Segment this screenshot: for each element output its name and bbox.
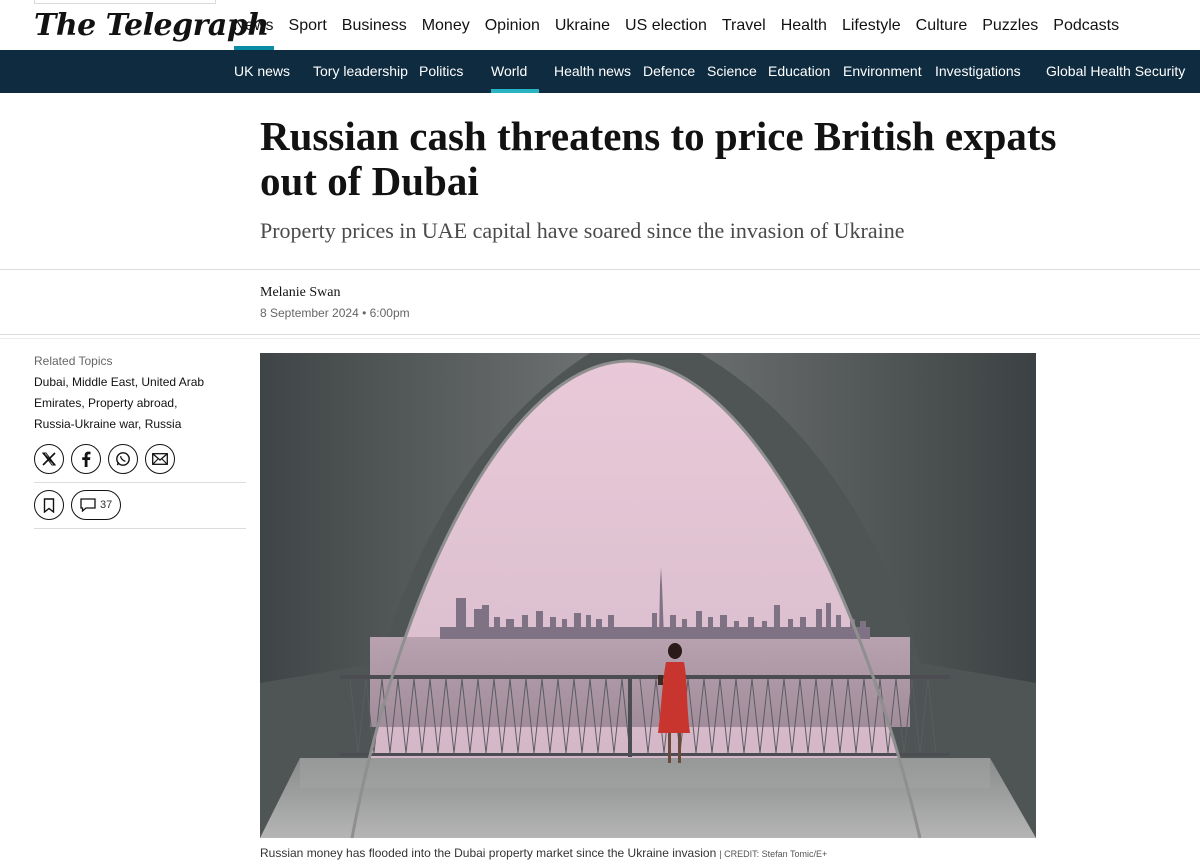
author-byline[interactable]: Melanie Swan xyxy=(260,285,340,301)
nav-health[interactable]: Health xyxy=(773,0,834,50)
masthead: The Telegraph News Sport Business Money … xyxy=(0,0,1200,50)
subnav-tory-leadership[interactable]: Tory leadership xyxy=(313,50,408,93)
masthead-top-border xyxy=(34,0,216,4)
nav-culture[interactable]: Culture xyxy=(908,0,975,50)
nav-lifestyle[interactable]: Lifestyle xyxy=(834,0,908,50)
subnav-environment[interactable]: Environment xyxy=(843,50,922,93)
nav-puzzles[interactable]: Puzzles xyxy=(975,0,1046,50)
nav-sport[interactable]: Sport xyxy=(281,0,334,50)
nav-money[interactable]: Money xyxy=(414,0,477,50)
secondary-nav: UK news Tory leadership Politics World H… xyxy=(0,50,1200,93)
nav-us-election[interactable]: US election xyxy=(618,0,715,50)
share-email-button[interactable] xyxy=(145,444,175,474)
subnav-world[interactable]: World xyxy=(491,50,539,93)
subnav-education[interactable]: Education xyxy=(768,50,830,93)
share-buttons xyxy=(34,444,246,474)
subnav-defence[interactable]: Defence xyxy=(643,50,695,93)
related-topics-list[interactable]: Dubai, Middle East, United Arab Emirates… xyxy=(34,372,216,435)
nav-news[interactable]: News xyxy=(226,0,281,50)
x-icon xyxy=(42,452,56,466)
share-whatsapp-button[interactable] xyxy=(108,444,138,474)
publish-date: 8 September 2024 • 6:00pm xyxy=(260,306,410,320)
bookmark-icon xyxy=(43,497,55,513)
image-caption: Russian money has flooded into the Dubai… xyxy=(260,846,827,860)
subnav-investigations[interactable]: Investigations xyxy=(935,50,1021,93)
related-topics-title: Related Topics xyxy=(34,354,113,368)
article-standfirst: Property prices in UAE capital have soar… xyxy=(260,218,905,243)
divider xyxy=(0,269,1200,270)
nav-travel[interactable]: Travel xyxy=(714,0,773,50)
subnav-politics[interactable]: Politics xyxy=(419,50,463,93)
nav-podcasts[interactable]: Podcasts xyxy=(1046,0,1127,50)
caption-text: Russian money has flooded into the Dubai… xyxy=(260,846,717,860)
dubai-skyline-photo xyxy=(260,353,1036,838)
facebook-icon xyxy=(82,451,91,467)
nav-opinion[interactable]: Opinion xyxy=(477,0,547,50)
article-actions: 37 xyxy=(34,490,246,520)
divider xyxy=(0,334,1200,335)
image-credit: | CREDIT: Stefan Tomic/E+ xyxy=(719,849,828,859)
article-headline: Russian cash threatens to price British … xyxy=(260,113,1057,204)
subnav-uk-news[interactable]: UK news xyxy=(234,50,290,93)
bookmark-button[interactable] xyxy=(34,490,64,520)
nav-business[interactable]: Business xyxy=(334,0,414,50)
subnav-science[interactable]: Science xyxy=(707,50,757,93)
divider xyxy=(0,338,1200,339)
sidebar-divider xyxy=(34,482,246,483)
subnav-global-health-security[interactable]: Global Health Security xyxy=(1046,50,1185,93)
primary-nav: News Sport Business Money Opinion Ukrain… xyxy=(226,0,1127,50)
comment-count: 37 xyxy=(100,499,113,511)
share-facebook-button[interactable] xyxy=(71,444,101,474)
article-sidebar: Related Topics Dubai, Middle East, Unite… xyxy=(34,354,246,529)
nav-ukraine[interactable]: Ukraine xyxy=(547,0,617,50)
share-x-button[interactable] xyxy=(34,444,64,474)
whatsapp-icon xyxy=(116,452,130,466)
subnav-health-news[interactable]: Health news xyxy=(554,50,631,93)
email-icon xyxy=(152,453,168,465)
comment-icon xyxy=(80,498,96,512)
hero-image xyxy=(260,353,1036,838)
sidebar-divider xyxy=(34,528,246,529)
comments-button[interactable]: 37 xyxy=(71,490,122,520)
